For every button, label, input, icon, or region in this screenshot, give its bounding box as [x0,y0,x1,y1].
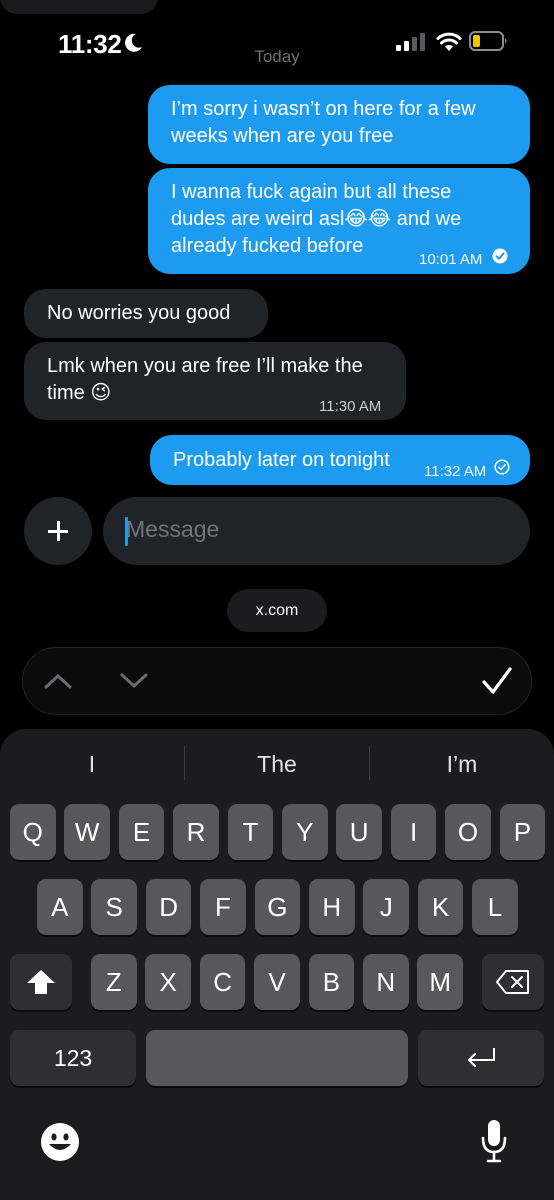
key-z[interactable]: Z [91,954,137,1010]
incoming-message[interactable]: Lmk when you are free I’ll make the time… [24,342,406,420]
key-l[interactable]: L [472,879,518,935]
shift-icon [27,970,55,994]
key-a[interactable]: A [37,879,83,935]
key-x[interactable]: X [145,954,191,1010]
chevron-down-icon[interactable] [119,670,149,692]
suggestion-item[interactable]: I’m [370,745,554,783]
cellular-signal-icon [396,33,425,51]
message-text: No worries you good [47,302,231,324]
outgoing-message[interactable]: Probably later on tonight 11:32 AM [150,435,530,485]
backspace-key[interactable] [482,954,544,1010]
message-placeholder: Message [126,516,220,542]
key-y[interactable]: Y [282,804,328,860]
suggestion-item[interactable]: The [185,745,369,783]
key-h[interactable]: H [309,879,355,935]
key-j[interactable]: J [363,879,409,935]
key-s[interactable]: S [91,879,137,935]
key-g[interactable]: G [254,879,301,935]
message-timestamp: 10:01 AM [419,251,483,268]
key-p[interactable]: P [499,804,546,860]
form-navigation-bar [22,647,532,715]
message-input[interactable]: Message [103,497,530,565]
space-key[interactable] [146,1030,408,1086]
numbers-key[interactable]: 123 [10,1030,136,1086]
key-w[interactable]: W [64,804,110,860]
message-text: Lmk when you are free I’ll make the time… [47,355,363,404]
message-text: I wanna fuck again but all these dudes a… [171,181,462,257]
return-icon [468,1048,495,1067]
key-v[interactable]: V [254,954,300,1010]
sent-receipt-icon [494,459,510,475]
key-k[interactable]: K [417,879,464,935]
key-b[interactable]: B [308,954,355,1010]
key-c[interactable]: C [199,954,246,1010]
message-timestamp: 11:32 AM [424,463,487,480]
incoming-message[interactable]: No worries you good [24,289,268,338]
battery-low-icon [469,31,507,51]
previous-notification-sliver [0,0,158,14]
browser-url-pill[interactable]: x.com [227,589,327,632]
key-n[interactable]: N [363,954,409,1010]
chevron-up-icon[interactable] [43,670,73,692]
message-text: Probably later on tonight [173,449,390,471]
add-media-button[interactable] [24,497,92,565]
read-receipt-icon [492,248,508,264]
backspace-icon [496,970,529,994]
message-timestamp: 11:30 AM [319,398,382,415]
key-q[interactable]: Q [10,804,56,860]
suggestion-item[interactable]: I [0,745,184,783]
shift-key[interactable] [10,954,72,1010]
key-m[interactable]: M [417,954,463,1010]
key-e[interactable]: E [118,804,165,860]
key-i[interactable]: I [390,804,437,860]
key-t[interactable]: T [227,804,274,860]
message-text: I’m sorry i wasn’t on here for a few wee… [171,98,476,147]
key-r[interactable]: R [173,804,219,860]
wifi-icon [436,32,462,51]
return-key[interactable] [418,1030,544,1086]
checkmark-icon[interactable] [481,666,513,696]
emoji-icon[interactable] [40,1122,80,1162]
key-f[interactable]: F [200,879,246,935]
outgoing-message[interactable]: I’m sorry i wasn’t on here for a few wee… [148,85,530,164]
outgoing-message[interactable]: I wanna fuck again but all these dudes a… [148,168,530,274]
key-d[interactable]: D [145,879,192,935]
key-o[interactable]: O [445,804,491,860]
keyboard: I The I’m 123 QWERTYUIOPASDFGHJKLZXCVBNM [0,729,554,1200]
microphone-icon[interactable] [480,1119,508,1163]
key-u[interactable]: U [336,804,382,860]
